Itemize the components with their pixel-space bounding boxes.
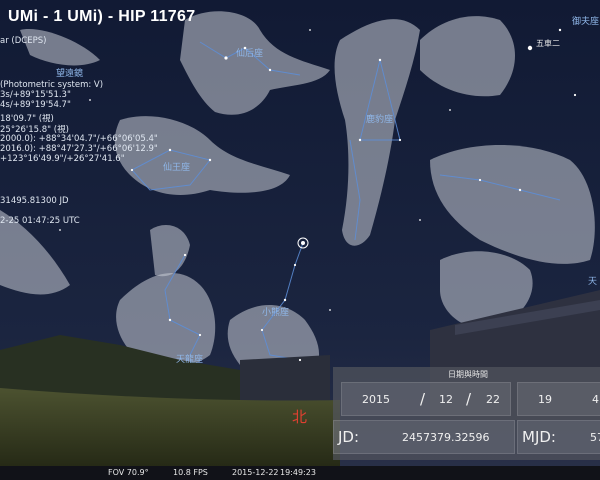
- date-separator: /: [420, 390, 426, 408]
- info-line: 4s/+89°19'54.7": [0, 100, 71, 110]
- mjd-label: MJD:: [522, 428, 556, 446]
- label-auriga: 御夫座: [572, 17, 600, 27]
- object-title: UMi - 1 UMi) - HIP 11767: [8, 8, 196, 25]
- info-line: 2000.0): +88°34'04.7"/+66°06'05.4": [0, 134, 158, 144]
- mjd-field[interactable]: MJD: 57: [517, 420, 600, 454]
- year-value[interactable]: 2015: [362, 393, 390, 406]
- jd-value[interactable]: 2457379.32596: [402, 431, 489, 444]
- info-line: 2016.0): +88°47'27.3"/+66°06'12.9": [0, 144, 158, 154]
- datetime-panel-title: 日期與時間: [448, 370, 488, 379]
- date-separator: /: [466, 390, 472, 408]
- label-lynx: 天: [588, 277, 598, 287]
- info-line: 2-25 01:47:25 UTC: [0, 216, 80, 226]
- label-ursa-minor: 小熊座: [262, 308, 290, 318]
- datetime-panel: 日期與時間 2015 / 12 / 22 19 4 JD: 2457379.32…: [333, 367, 600, 460]
- label-camelopardalis: 鹿豹座: [366, 115, 394, 125]
- info-line: +123°16'49.9"/+26°27'41.6": [0, 154, 125, 164]
- minute-value[interactable]: 4: [592, 393, 599, 406]
- info-line: (Photometric system: V): [0, 80, 104, 90]
- fps-readout: 10.8 FPS: [173, 468, 208, 477]
- info-line: 31495.81300 JD: [0, 196, 69, 206]
- month-value[interactable]: 12: [439, 393, 453, 406]
- label-cepheus: 仙王座: [163, 163, 191, 173]
- cardinal-north: 北: [292, 408, 308, 426]
- status-time: 19:49:23: [280, 468, 316, 477]
- day-value[interactable]: 22: [486, 393, 500, 406]
- hour-value[interactable]: 19: [538, 393, 552, 406]
- date-field[interactable]: 2015 / 12 / 22: [341, 382, 511, 416]
- label-cassiopeia: 仙后座: [236, 49, 264, 59]
- fov-readout: FOV 70.9°: [108, 468, 149, 477]
- jd-field[interactable]: JD: 2457379.32596: [333, 420, 515, 454]
- label-draco: 天龍座: [176, 355, 204, 365]
- mjd-value[interactable]: 57: [590, 431, 600, 444]
- label-star-capella: 五車二: [536, 39, 560, 48]
- status-date: 2015-12-22: [232, 468, 279, 477]
- jd-label: JD:: [338, 428, 360, 446]
- info-line: 3s/+89°15'51.3": [0, 90, 71, 100]
- status-bar: FOV 70.9° 10.8 FPS 2015-12-22 19:49:23: [0, 466, 600, 480]
- info-line: ar (DCEPS): [0, 36, 47, 46]
- time-field[interactable]: 19 4: [517, 382, 600, 416]
- label-telescope: 望遠鏡: [56, 69, 84, 79]
